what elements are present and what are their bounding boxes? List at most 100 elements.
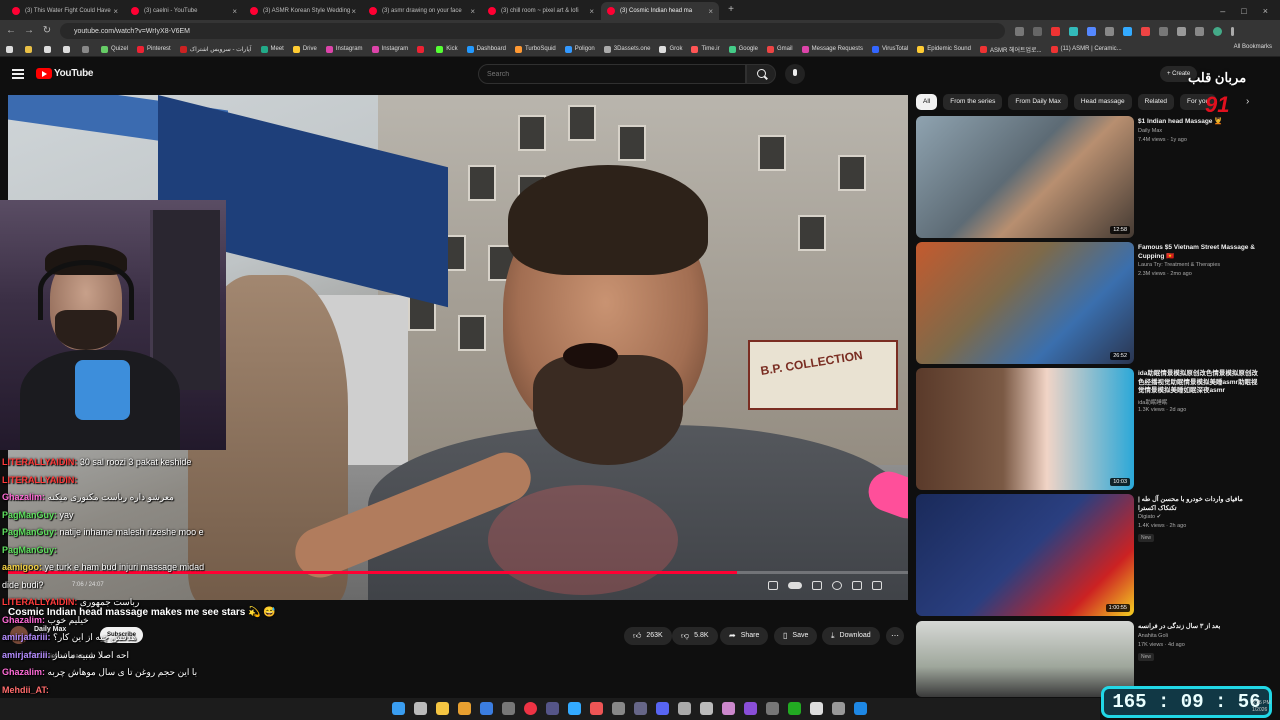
taskbar-app-icon[interactable] xyxy=(766,702,779,715)
browser-tab-active[interactable]: (3) Cosmic Indian head ma × xyxy=(601,2,719,20)
chip-from-daily-max[interactable]: From Daily Max xyxy=(1008,94,1068,110)
close-tab-icon[interactable]: × xyxy=(708,7,713,16)
bookmark-item[interactable] xyxy=(44,45,54,53)
menu-dots-icon[interactable] xyxy=(1231,26,1234,36)
voice-search-icon[interactable] xyxy=(785,64,805,84)
bookmark-item[interactable]: Meet xyxy=(260,45,284,53)
dislike-button[interactable]: 👎︎ 5.8K xyxy=(672,627,718,645)
extension-icon[interactable] xyxy=(1051,26,1060,36)
recommendation-title[interactable]: مافیای واردات خودرو با محسن آل طه | تکنک… xyxy=(1138,496,1262,513)
browser-tab[interactable]: (3) chill room ~ pixel art & lofi × xyxy=(482,2,600,20)
bookmark-item[interactable] xyxy=(63,45,73,53)
hamburger-menu-icon[interactable] xyxy=(12,69,24,79)
bookmark-item[interactable] xyxy=(25,45,35,53)
share-button[interactable]: ➦ Share xyxy=(720,627,769,645)
youtube-logo[interactable]: YouTube xyxy=(36,68,94,79)
url-field[interactable]: youtube.com/watch?v=WrIyX8-V6EM xyxy=(60,23,1005,39)
chrome-icon[interactable] xyxy=(524,702,537,715)
browser-tab[interactable]: (3) asmr drawing on your face × xyxy=(363,2,481,20)
recommendation-channel[interactable]: Anahita Goli xyxy=(1138,633,1168,639)
recommendation-channel[interactable]: Digiato ✔ xyxy=(1138,514,1161,520)
close-window-icon[interactable]: × xyxy=(1263,6,1268,16)
browser-tab[interactable]: (3) caelni - YouTube × xyxy=(125,2,243,20)
extension-icon[interactable] xyxy=(1087,26,1096,36)
windows-start-icon[interactable] xyxy=(392,702,405,715)
star-icon[interactable] xyxy=(1033,26,1042,36)
minimize-icon[interactable]: – xyxy=(1220,6,1225,16)
close-tab-icon[interactable]: × xyxy=(589,7,594,16)
taskbar-app-icon[interactable] xyxy=(480,702,493,715)
recommendation-channel[interactable]: ida助眠睡眠 xyxy=(1138,398,1167,406)
video-thumbnail[interactable]: 10:03 xyxy=(916,368,1134,490)
bookmark-item[interactable]: Time.ir xyxy=(691,45,720,53)
search-input[interactable] xyxy=(478,64,746,84)
close-tab-icon[interactable]: × xyxy=(232,7,237,16)
recommendation-item[interactable]: 12:58 $1 Indian head Massage 💆 Daily Max… xyxy=(916,116,1266,238)
back-icon[interactable]: ← xyxy=(4,24,18,38)
maximize-icon[interactable]: □ xyxy=(1241,6,1246,16)
chevron-right-icon[interactable]: › xyxy=(1246,96,1249,107)
taskbar-app-icon[interactable] xyxy=(458,702,471,715)
fullscreen-icon[interactable] xyxy=(872,581,882,590)
recommendation-title[interactable]: $1 Indian head Massage 💆 xyxy=(1138,118,1262,127)
bookmark-item[interactable]: Instagram xyxy=(371,45,408,53)
recommendation-item[interactable]: 10:03 ida助眠情景模拟原创改色情景模拟原创改色经播视觉助眠情景模拟美睡a… xyxy=(916,368,1266,490)
close-tab-icon[interactable]: × xyxy=(470,7,475,16)
taskbar-app-icon[interactable] xyxy=(612,702,625,715)
bookmark-item[interactable]: VirusTotal xyxy=(871,45,908,53)
bookmark-item[interactable]: TurboSquid xyxy=(514,45,556,53)
theater-mode-icon[interactable] xyxy=(852,581,862,590)
extension-icon[interactable] xyxy=(1141,26,1150,36)
taskbar-app-icon[interactable] xyxy=(502,702,515,715)
profile-icon[interactable] xyxy=(1213,26,1222,36)
like-button[interactable]: 👍︎ 263K xyxy=(624,627,672,645)
file-explorer-icon[interactable] xyxy=(436,702,449,715)
save-button[interactable]: ▯ Save xyxy=(774,627,818,645)
miniplayer-icon[interactable] xyxy=(768,581,778,590)
bookmark-item[interactable]: (11) ASMR | Ceramic... xyxy=(1050,45,1122,53)
bookmark-item[interactable]: Message Requests xyxy=(801,45,863,53)
reload-icon[interactable]: ↻ xyxy=(40,24,54,38)
bookmark-item[interactable]: Grok xyxy=(659,45,682,53)
bookmark-item[interactable]: Pinterest xyxy=(137,45,171,53)
video-thumbnail[interactable]: 26:52 xyxy=(916,242,1134,364)
taskbar-app-icon[interactable] xyxy=(700,702,713,715)
taskbar-app-icon[interactable] xyxy=(568,702,581,715)
browser-tab[interactable]: (3) ASMR Korean Style Wedding × xyxy=(244,2,362,20)
taskbar-app-icon[interactable] xyxy=(810,702,823,715)
video-thumbnail[interactable]: 1:00:55 xyxy=(916,494,1134,616)
taskbar-app-icon[interactable] xyxy=(678,702,691,715)
taskbar-app-icon[interactable] xyxy=(744,702,757,715)
search-button[interactable] xyxy=(746,64,776,84)
bookmark-item[interactable] xyxy=(417,45,427,53)
taskbar-app-icon[interactable] xyxy=(634,702,647,715)
discord-icon[interactable] xyxy=(656,702,669,715)
bookmark-item[interactable]: Kick xyxy=(436,45,458,53)
recommendation-channel[interactable]: Laura Try: Treatment & Therapies xyxy=(1138,262,1220,268)
taskbar-app-icon[interactable] xyxy=(546,702,559,715)
recommendation-title[interactable]: Famous $5 Vietnam Street Massage & Cuppi… xyxy=(1138,244,1262,261)
bookmark-item[interactable]: آپارات - سرویس اشتراک xyxy=(179,45,252,53)
extension-icon[interactable] xyxy=(1105,26,1114,36)
close-tab-icon[interactable]: × xyxy=(113,7,118,16)
bookmark-item[interactable]: Epidemic Sound xyxy=(917,45,971,53)
recommendation-item[interactable]: 1:00:55 مافیای واردات خودرو با محسن آل ط… xyxy=(916,494,1266,616)
bookmark-item[interactable]: Instagram xyxy=(325,45,363,53)
extension-icon[interactable] xyxy=(1195,26,1204,36)
chip-from-the-series[interactable]: From the series xyxy=(943,94,1003,110)
chip-all[interactable]: All xyxy=(916,94,938,110)
taskbar-app-icon[interactable] xyxy=(722,702,735,715)
recommendation-channel[interactable]: Daily Max xyxy=(1138,128,1162,134)
autoplay-toggle[interactable] xyxy=(788,582,802,589)
bookmark-item[interactable]: ASMR 헤어트업로... xyxy=(979,45,1042,54)
extension-icon[interactable] xyxy=(1123,26,1132,36)
extension-icon[interactable] xyxy=(1159,26,1168,36)
bookmark-item[interactable]: Drive xyxy=(292,45,317,53)
settings-gear-icon[interactable] xyxy=(832,581,842,590)
browser-tab[interactable]: (3) This Water Fight Could Have × xyxy=(6,2,124,20)
captions-icon[interactable] xyxy=(812,581,822,590)
bookmark-item[interactable]: Dashboard xyxy=(466,45,506,53)
recommendation-item[interactable]: 26:52 Famous $5 Vietnam Street Massage &… xyxy=(916,242,1266,364)
all-bookmarks-button[interactable]: All Bookmarks xyxy=(1234,44,1272,50)
taskbar-app-icon[interactable] xyxy=(788,702,801,715)
